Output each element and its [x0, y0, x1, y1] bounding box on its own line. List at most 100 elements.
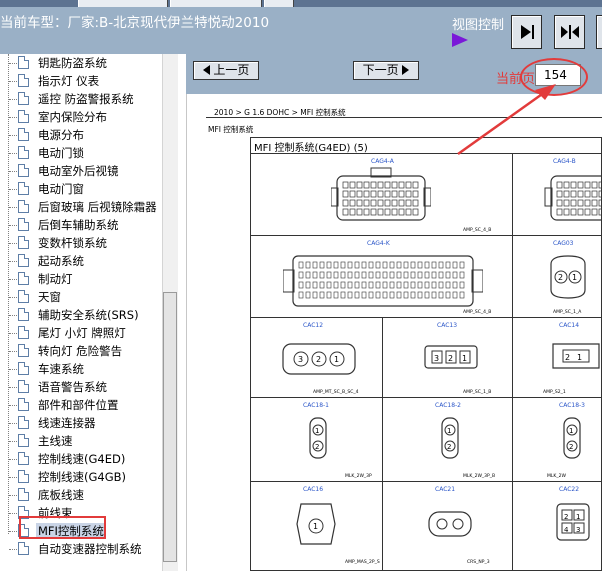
connector-pin [438, 261, 444, 269]
tree-connector-dash [9, 117, 17, 118]
document-icon [18, 200, 29, 213]
connector-pin [370, 208, 377, 216]
connector-pin [389, 281, 395, 289]
document-icon [18, 92, 29, 105]
vertical-two-pin-connector-icon: 12 [441, 417, 459, 459]
view-third-button[interactable] [596, 15, 602, 49]
connector-pin [412, 190, 419, 198]
document-icon [18, 542, 29, 555]
connector-pin [577, 181, 584, 189]
tree-connector-dash [9, 369, 17, 370]
connector-pin [405, 199, 412, 207]
connector-cell: CAC18-1 12 MLK_2W_3P [251, 398, 383, 482]
tree-connector-dash [9, 207, 17, 208]
svg-text:2: 2 [569, 443, 573, 451]
ecu-connector-k-icon [283, 255, 483, 307]
connector-footnote: AMP_SC_4_B [463, 228, 492, 233]
connector-pin [361, 281, 367, 289]
connector-cell: CAG4-B [513, 154, 601, 236]
tree-scrollbar-thumb[interactable] [163, 292, 177, 562]
connector-pin [375, 261, 381, 269]
tree-item-label: 变数杆锁系统 [38, 236, 107, 250]
connector-pin [417, 291, 423, 299]
connector-pin [403, 291, 409, 299]
connector-footnote: AMP_S2_1 [543, 390, 566, 395]
document-icon [18, 236, 29, 249]
connector-pin [391, 181, 398, 189]
next-page-button[interactable]: 下一页 [353, 61, 419, 80]
connector-pin [398, 208, 405, 216]
tree-item-label: 主线速 [38, 434, 73, 448]
view-split-button[interactable] [554, 15, 585, 49]
svg-text:1: 1 [313, 522, 318, 531]
three-pin-connector-icon: 3 2 1 [282, 343, 356, 375]
pane-divider [186, 94, 187, 571]
view-next-button[interactable] [511, 15, 542, 49]
connector-pin [319, 271, 325, 279]
connector-pin [452, 261, 458, 269]
document-icon [18, 290, 29, 303]
arrow-left-icon [202, 65, 210, 75]
tree-connector-dash [9, 423, 17, 424]
tree-item-label: 电动门窗 [38, 182, 84, 196]
connector-pin [389, 261, 395, 269]
tree-connector-dash [9, 189, 17, 190]
connector-pin [577, 190, 584, 198]
top-tab[interactable] [170, 0, 262, 7]
connector-pin [452, 281, 458, 289]
tree-item-label: 控制线速(G4GB) [38, 470, 127, 484]
tree-connector-dash [9, 405, 17, 406]
connector-pin [356, 199, 363, 207]
connector-pin [368, 291, 374, 299]
connector-pin [349, 208, 356, 216]
connector-pin [403, 281, 409, 289]
connector-pin [452, 291, 458, 299]
connector-pin [438, 291, 444, 299]
connector-cell: CAC18-2 12 MLK_2W_3P_B [383, 398, 513, 482]
connector-pin [591, 181, 598, 189]
svg-text:3: 3 [434, 354, 439, 363]
svg-text:1: 1 [572, 273, 577, 282]
connector-pin [391, 199, 398, 207]
connector-pin [375, 281, 381, 289]
single-pin-connector-icon: 1 [296, 503, 336, 545]
connector-pin [363, 208, 370, 216]
connector-pin [354, 261, 360, 269]
top-toolbar: 当前车型：厂家:B-北京现代伊兰特悦动2010 视图控制 [0, 0, 602, 54]
connector-pin [298, 261, 304, 269]
document-icon [18, 272, 29, 285]
diagram-title-rule [250, 153, 602, 154]
tree-item-label: 电源分布 [38, 128, 84, 142]
connector-pin [396, 261, 402, 269]
connector-pin [349, 190, 356, 198]
tree-item-label: 部件和部件位置 [38, 398, 119, 412]
connector-pin [361, 291, 367, 299]
connector-pin [398, 199, 405, 207]
connector-pin [333, 291, 339, 299]
top-tab[interactable] [264, 0, 294, 7]
svg-text:3: 3 [298, 355, 303, 364]
three-pin-square-connector-icon: 321 [424, 345, 478, 369]
tree-connector-line [8, 54, 9, 534]
app-window: 当前车型：厂家:B-北京现代伊兰特悦动2010 视图控制 钥匙防盗系统 指示灯 仪… [0, 0, 602, 571]
connector-footnote: AMP_SC_1_B [463, 390, 492, 395]
svg-text:1: 1 [315, 427, 319, 435]
top-tab[interactable] [78, 0, 168, 7]
fit-split-icon [561, 25, 579, 39]
connector-pin [319, 261, 325, 269]
tree-item-label: 遥控 防盗警报系统 [38, 92, 134, 106]
prev-page-button[interactable]: 上一页 [193, 61, 259, 80]
connector-pin [412, 208, 419, 216]
connector-pin [577, 208, 584, 216]
connector-pin [405, 181, 412, 189]
svg-text:2: 2 [447, 443, 451, 451]
connector-pin [326, 261, 332, 269]
skip-right-icon [521, 25, 534, 39]
tree-connector-dash [9, 333, 17, 334]
connector-pin [305, 271, 311, 279]
connector-label: CAC12 [303, 322, 324, 329]
tree-connector-dash [9, 531, 17, 532]
connector-cell: CAG4-A AMP_SC_4_B [251, 154, 513, 236]
tree-connector-dash [9, 135, 17, 136]
connector-pin [370, 190, 377, 198]
